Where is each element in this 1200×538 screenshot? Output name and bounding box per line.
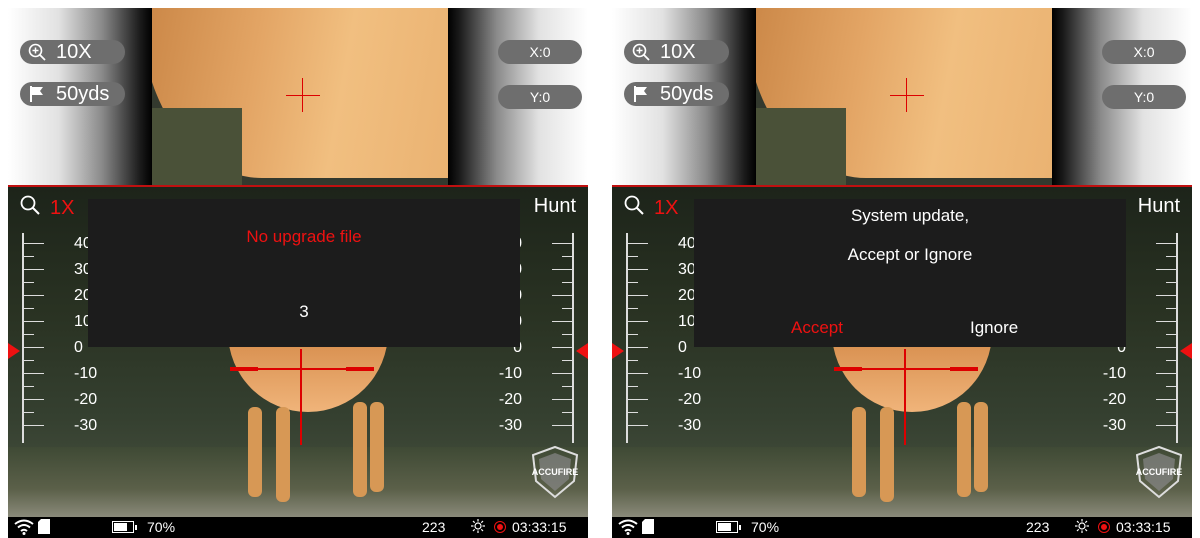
scale-label: -30 [1102, 417, 1126, 434]
battery-percent: 70% [751, 519, 780, 535]
viewfinder-screen-2: 10X 50yds X:0 Y:0 1X Hunt 40 30 20 10 0 … [612, 8, 1192, 538]
magnification-indicator: 1X [20, 195, 74, 221]
y-offset-value: Y:0 [529, 89, 551, 105]
frame-counter: 223 [1026, 519, 1050, 535]
flag-icon [26, 82, 48, 106]
scale-label: -10 [498, 365, 522, 382]
left-elevation-scale: 40 30 20 10 0 -10 -20 -30 [626, 233, 701, 443]
zoom-in-icon [26, 40, 48, 64]
right-elevation-scale: 40 30 20 10 0 -10 -20 -30 [1103, 233, 1178, 443]
sd-card-icon [642, 519, 654, 534]
magnified-image [756, 8, 1052, 185]
distance-pill[interactable]: 50yds [20, 82, 125, 106]
recording-indicator: 03:33:15 [494, 519, 567, 535]
sd-card-icon [38, 519, 50, 534]
magnification-indicator: 1X [624, 195, 678, 221]
magnified-image [152, 8, 448, 185]
distance-value: 50yds [660, 83, 714, 105]
logo-brand: ACCUFIRE [1135, 467, 1183, 477]
recording-indicator: 03:33:15 [1098, 519, 1171, 535]
status-bar: 70% 223 03:33:15 [8, 517, 588, 538]
x-offset-pill[interactable]: X:0 [1102, 40, 1186, 64]
y-offset-pill[interactable]: Y:0 [1102, 85, 1186, 109]
battery-percent: 70% [147, 519, 176, 535]
system-update-dialog: System update, Accept or Ignore Accept I… [694, 199, 1126, 347]
mode-label: Hunt [533, 195, 576, 217]
scale-label: -20 [678, 391, 702, 408]
brightness-icon [1075, 519, 1089, 533]
zoom-level-value: 10X [660, 41, 696, 63]
scale-label: -20 [1102, 391, 1126, 408]
dialog-title: System update, [850, 206, 970, 225]
zoom-crosshair-horizontal [286, 95, 320, 96]
left-zero-marker-icon [612, 343, 624, 359]
distance-value: 50yds [56, 83, 110, 105]
dialog-countdown: 3 [299, 302, 309, 321]
status-bar: 70% 223 03:33:15 [612, 517, 1192, 538]
main-view: 1X Hunt 40 30 20 10 0 -10 -20 -30 0 -10 … [612, 187, 1192, 517]
scale-label: -20 [498, 391, 522, 408]
upgrade-dialog: No upgrade file 3 [88, 199, 520, 347]
brightness-icon [471, 519, 485, 533]
zoom-level-pill[interactable]: 10X [20, 40, 125, 64]
battery-icon [112, 521, 134, 533]
frame-counter: 223 [422, 519, 446, 535]
scale-label: -30 [678, 417, 702, 434]
logo-brand: ACCUFIRE [531, 467, 579, 477]
record-icon [1098, 521, 1110, 533]
scale-label: -30 [74, 417, 98, 434]
magnified-view: 10X 50yds X:0 Y:0 [8, 8, 588, 185]
right-zero-marker-icon [576, 343, 588, 359]
logo-shield-icon: ACCUFIRE [530, 445, 580, 499]
battery-indicator: 70% [112, 519, 175, 535]
y-offset-pill[interactable]: Y:0 [498, 85, 582, 109]
zoom-in-icon [630, 40, 652, 64]
main-view: 1X Hunt 40 30 20 10 0 -10 -20 -30 0 -10 … [8, 187, 588, 517]
recording-clock: 03:33:15 [512, 519, 567, 535]
scale-label: -20 [74, 391, 98, 408]
y-offset-value: Y:0 [1133, 89, 1155, 105]
magnified-view: 10X 50yds X:0 Y:0 [612, 8, 1192, 185]
logo-shield-icon: ACCUFIRE [1134, 445, 1184, 499]
viewfinder-screen-1: 10X 50yds X:0 Y:0 1X Hunt 40 30 20 10 0 … [8, 8, 588, 538]
zoom-crosshair-horizontal [890, 95, 924, 96]
scale-label: -10 [74, 365, 98, 382]
battery-indicator: 70% [716, 519, 779, 535]
zoom-crosshair-vertical [906, 78, 907, 112]
x-offset-pill[interactable]: X:0 [498, 40, 582, 64]
scale-label: -10 [1102, 365, 1126, 382]
scale-label: -10 [678, 365, 702, 382]
zoom-level-pill[interactable]: 10X [624, 40, 729, 64]
main-magnification: 1X [50, 196, 75, 219]
accept-button[interactable]: Accept [791, 318, 843, 338]
flag-icon [630, 82, 652, 106]
x-offset-value: X:0 [529, 44, 551, 60]
wifi-icon [14, 519, 34, 535]
battery-icon [716, 521, 738, 533]
recording-clock: 03:33:15 [1116, 519, 1171, 535]
search-icon [20, 195, 40, 221]
wifi-icon [618, 519, 638, 535]
right-zero-marker-icon [1180, 343, 1192, 359]
scale-label: -30 [498, 417, 522, 434]
left-zero-marker-icon [8, 343, 20, 359]
dialog-message: No upgrade file [246, 227, 362, 246]
right-elevation-scale: 40 30 20 10 0 -10 -20 -30 [499, 233, 574, 443]
reticle-vertical [300, 349, 302, 445]
record-icon [494, 521, 506, 533]
search-icon [624, 195, 644, 221]
reticle-vertical [904, 349, 906, 445]
mode-label: Hunt [1137, 195, 1180, 217]
left-elevation-scale: 40 30 20 10 0 -10 -20 -30 [22, 233, 97, 443]
main-magnification: 1X [654, 196, 679, 219]
ignore-button[interactable]: Ignore [970, 318, 1018, 338]
zoom-crosshair-vertical [302, 78, 303, 112]
distance-pill[interactable]: 50yds [624, 82, 729, 106]
zoom-level-value: 10X [56, 41, 92, 63]
x-offset-value: X:0 [1133, 44, 1155, 60]
dialog-prompt: Accept or Ignore [847, 245, 973, 264]
